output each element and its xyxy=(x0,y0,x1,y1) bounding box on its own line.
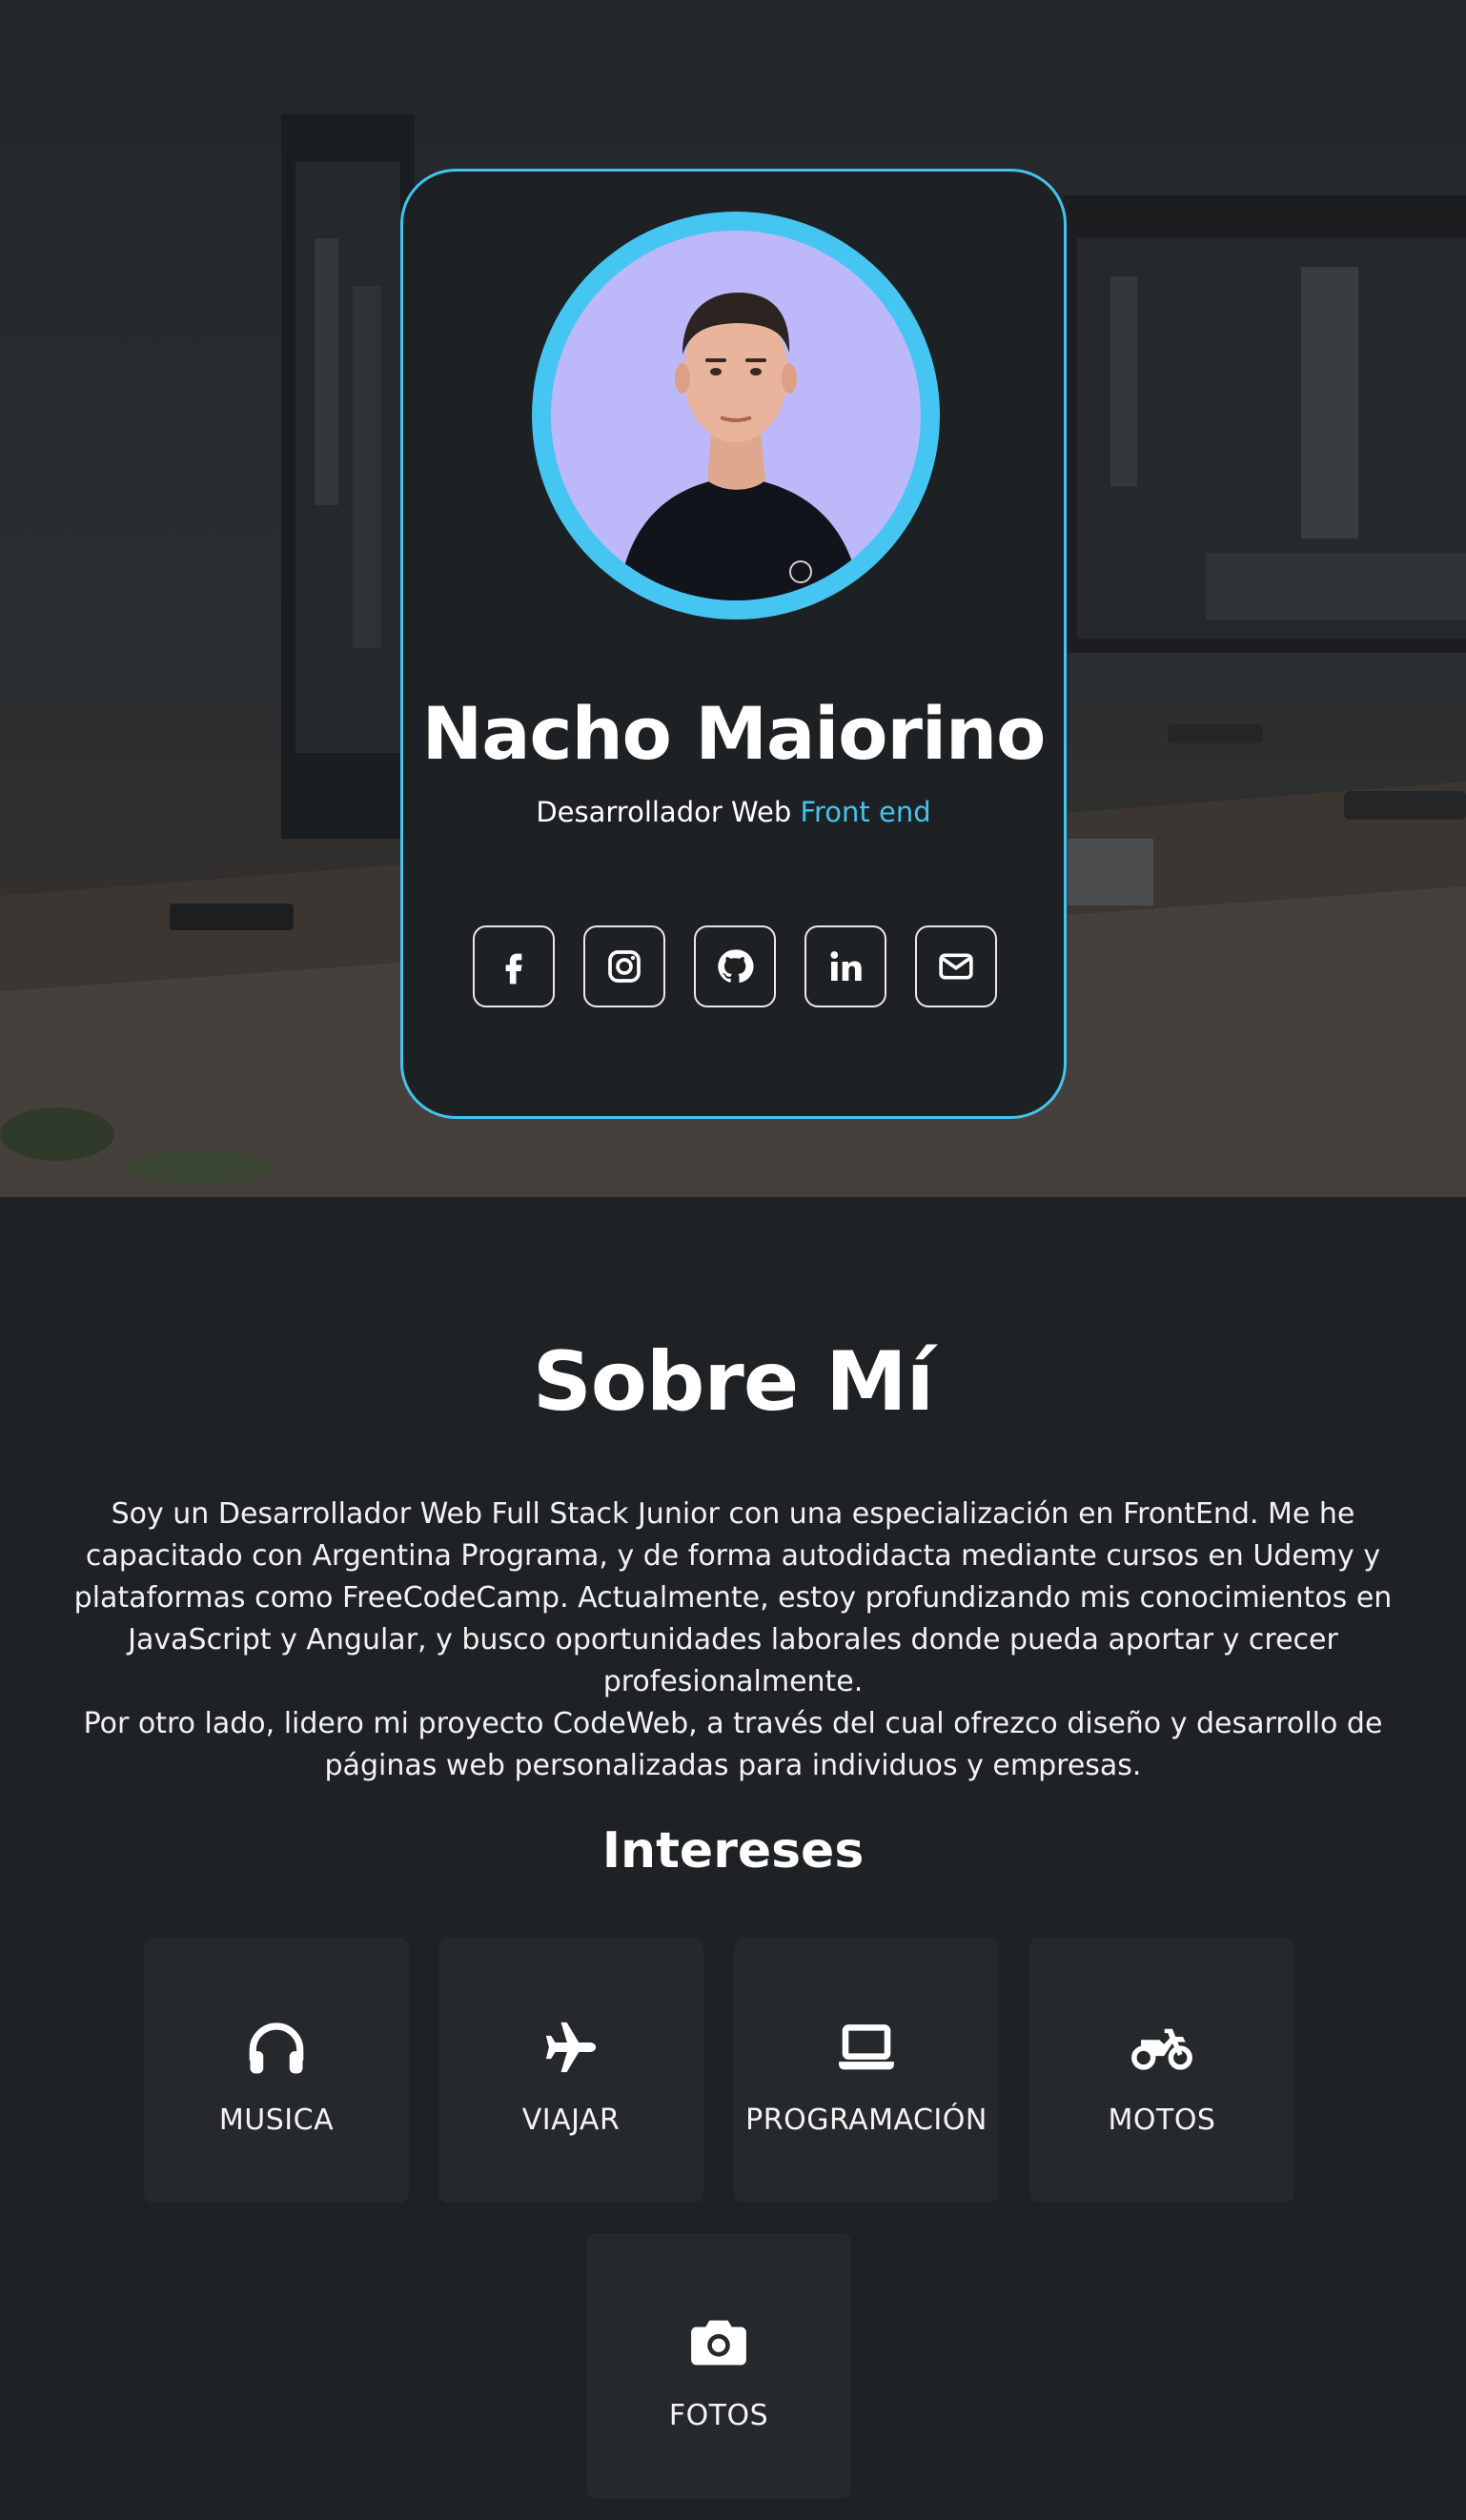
headphones-icon xyxy=(249,2022,304,2073)
instagram-icon xyxy=(608,950,641,983)
linkedin-link[interactable] xyxy=(804,925,886,1007)
interest-card-motorcycles: MOTOS xyxy=(1029,1938,1294,2203)
interest-card-photos: FOTOS xyxy=(586,2233,851,2498)
about-paragraph-2: Por otro lado, lidero mi proyecto CodeWe… xyxy=(83,1707,1383,1782)
laptop-icon xyxy=(839,2023,894,2069)
instagram-link[interactable] xyxy=(583,925,665,1007)
role-prefix: Desarrollador Web xyxy=(536,796,792,828)
interest-card-programming: PROGRAMACIÓN xyxy=(734,1938,999,2203)
motorcycle-icon xyxy=(1131,2028,1192,2070)
interest-label: PROGRAMACIÓN xyxy=(745,2103,988,2137)
about-paragraph-1: Soy un Desarrollador Web Full Stack Juni… xyxy=(73,1497,1393,1698)
github-icon xyxy=(718,949,754,984)
github-link[interactable] xyxy=(694,925,776,1007)
camera-icon xyxy=(691,2320,746,2365)
profile-photo xyxy=(618,293,861,600)
facebook-icon xyxy=(505,953,522,985)
profile-role: Desarrollador Web Front end xyxy=(403,796,1064,828)
envelope-icon xyxy=(939,953,973,980)
interest-card-travel: VIAJAR xyxy=(438,1938,703,2203)
role-accent: Front end xyxy=(800,796,931,828)
profile-card: Nacho Maiorino Desarrollador Web Front e… xyxy=(400,169,1067,1119)
interests-title: Intereses xyxy=(601,1822,865,1880)
social-links xyxy=(473,925,997,1007)
interest-label: VIAJAR xyxy=(521,2103,621,2137)
plane-icon xyxy=(545,2022,597,2072)
avatar-ring xyxy=(532,212,940,620)
linkedin-icon xyxy=(830,951,862,981)
profile-name: Nacho Maiorino xyxy=(421,691,1047,776)
interest-card-music: MUSICA xyxy=(144,1938,409,2203)
interest-label: FOTOS xyxy=(668,2398,769,2432)
about-description: Soy un Desarrollador Web Full Stack Juni… xyxy=(38,1494,1428,1787)
facebook-link[interactable] xyxy=(473,925,555,1007)
interest-label: MOTOS xyxy=(1108,2103,1216,2137)
interest-label: MUSICA xyxy=(218,2103,335,2137)
avatar xyxy=(551,231,921,600)
hero-section: Nacho Maiorino Desarrollador Web Front e… xyxy=(0,0,1466,1197)
about-title: Sobre Mí xyxy=(532,1334,934,1430)
email-link[interactable] xyxy=(915,925,997,1007)
